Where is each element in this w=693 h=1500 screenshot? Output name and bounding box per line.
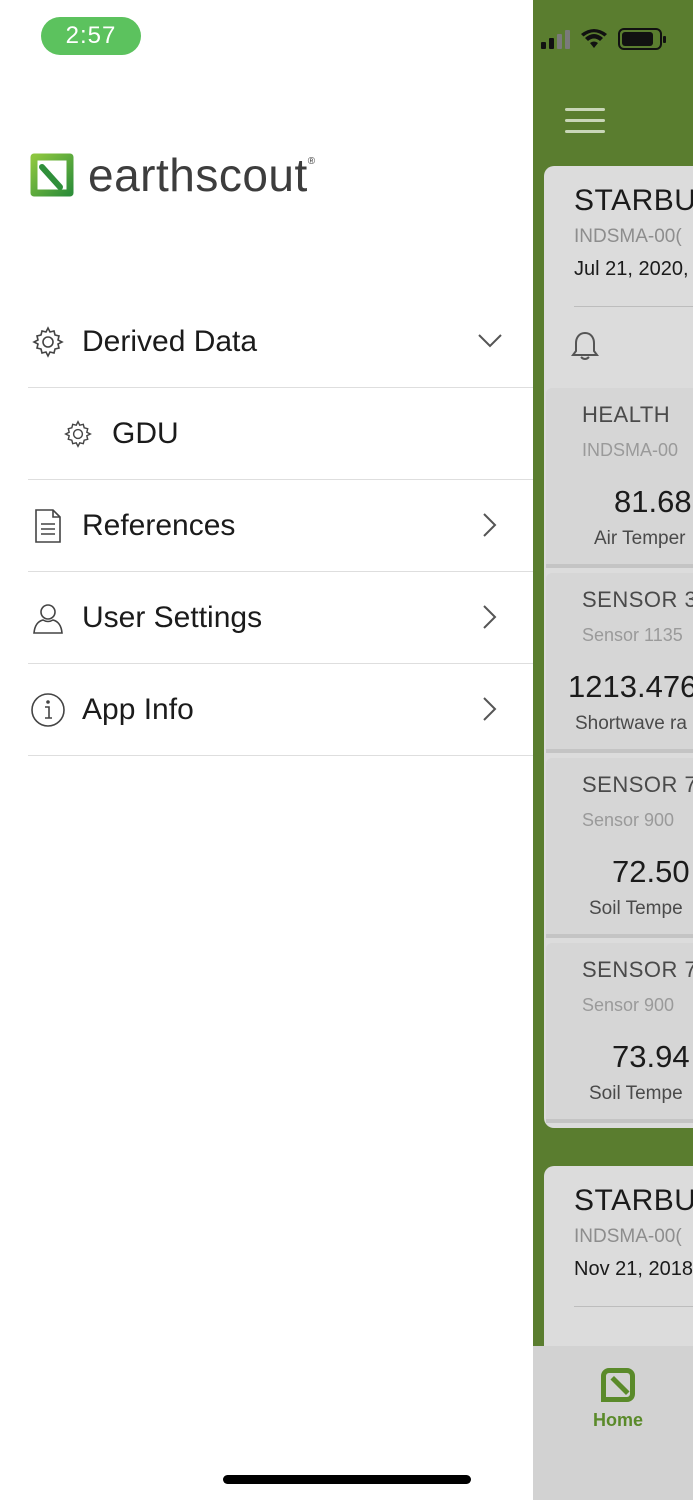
wifi-icon	[581, 29, 607, 48]
tab-bar: Home	[533, 1346, 693, 1500]
site-card-date: Nov 21, 2018	[574, 1258, 693, 1280]
gear-icon	[28, 322, 68, 362]
sensor-title: SENSOR 3	[582, 587, 693, 612]
status-time: 2:57	[41, 17, 141, 55]
sensor-subtitle: Sensor 900	[582, 995, 675, 1015]
registered-mark: ®	[307, 155, 316, 167]
earthscout-logo-icon	[30, 153, 74, 197]
sensor-card[interactable]: HEALTH INDSMA-00 81.68 Air Temper	[546, 388, 693, 568]
chevron-right-icon[interactable]	[475, 694, 505, 724]
background-app: STARBU INDSMA-00( Jul 21, 2020, HEALTH I…	[533, 0, 693, 1500]
document-icon	[28, 506, 68, 546]
menu-item-user-settings[interactable]: User Settings	[28, 572, 533, 664]
sensor-label: Soil Tempe	[589, 1083, 683, 1104]
sensor-value: 81.68	[614, 484, 692, 519]
sensor-subtitle: Sensor 1135	[582, 625, 683, 645]
chevron-down-icon[interactable]	[475, 326, 505, 356]
sensor-card[interactable]: SENSOR 3 Sensor 1135 1213.476 Shortwave …	[546, 573, 693, 753]
divider	[574, 306, 693, 307]
sensor-value: 72.50	[612, 854, 690, 889]
divider	[574, 1306, 693, 1307]
site-card-subtitle: INDSMA-00(	[574, 226, 682, 247]
sensor-title: SENSOR 7	[582, 957, 693, 982]
sensor-label: Shortwave ra	[575, 713, 687, 734]
sensor-subtitle: INDSMA-00	[582, 440, 679, 460]
navigation-drawer: 2:57 earthscout ® Derived Data GDU Refer…	[0, 0, 533, 1500]
sensor-label: Soil Tempe	[589, 898, 683, 919]
bell-icon[interactable]	[570, 330, 600, 362]
chevron-right-icon[interactable]	[475, 510, 505, 540]
menu-item-references[interactable]: References	[28, 480, 533, 572]
menu-item-label: App Info	[82, 692, 194, 726]
drawer-menu: Derived Data GDU References User Setting…	[28, 296, 533, 756]
sensor-title: SENSOR 7	[582, 772, 693, 797]
brand-logo: earthscout ®	[30, 148, 315, 202]
chevron-right-icon[interactable]	[475, 602, 505, 632]
status-icons	[541, 28, 666, 50]
site-card-subtitle: INDSMA-00(	[574, 1226, 682, 1247]
home-icon[interactable]	[601, 1368, 635, 1402]
sensor-subtitle: Sensor 900	[582, 810, 675, 830]
menu-item-label: Derived Data	[82, 324, 258, 358]
tab-home[interactable]: Home	[593, 1410, 643, 1431]
site-card-title: STARBU	[574, 1184, 693, 1217]
sensor-value: 73.94	[612, 1039, 690, 1074]
menu-item-gdu[interactable]: GDU	[28, 388, 533, 480]
menu-item-label: References	[82, 508, 236, 542]
site-card[interactable]: STARBU INDSMA-00( Jul 21, 2020, HEALTH I…	[544, 166, 693, 1128]
menu-item-derived-data[interactable]: Derived Data	[28, 296, 533, 388]
brand-name: earthscout	[88, 149, 308, 201]
info-icon	[28, 690, 68, 730]
sensor-card[interactable]: SENSOR 7 Sensor 900 73.94 Soil Tempe	[546, 943, 693, 1123]
menu-item-label: GDU	[112, 416, 179, 450]
user-icon	[28, 598, 68, 638]
cellular-signal-icon	[541, 29, 570, 49]
site-card[interactable]: STARBU INDSMA-00( Nov 21, 2018	[544, 1166, 693, 1366]
site-card-title: STARBU	[574, 184, 693, 217]
gear-icon	[58, 414, 98, 454]
sensor-label: Air Temper	[594, 528, 686, 549]
menu-item-app-info[interactable]: App Info	[28, 664, 533, 756]
sensor-value: 1213.476	[568, 669, 693, 704]
hamburger-menu-icon[interactable]	[565, 108, 605, 141]
site-card-date: Jul 21, 2020,	[574, 258, 689, 280]
home-indicator	[223, 1475, 471, 1484]
battery-icon	[618, 28, 666, 50]
sensor-title: HEALTH	[582, 402, 671, 427]
sensor-card[interactable]: SENSOR 7 Sensor 900 72.50 Soil Tempe	[546, 758, 693, 938]
menu-item-label: User Settings	[82, 600, 263, 634]
